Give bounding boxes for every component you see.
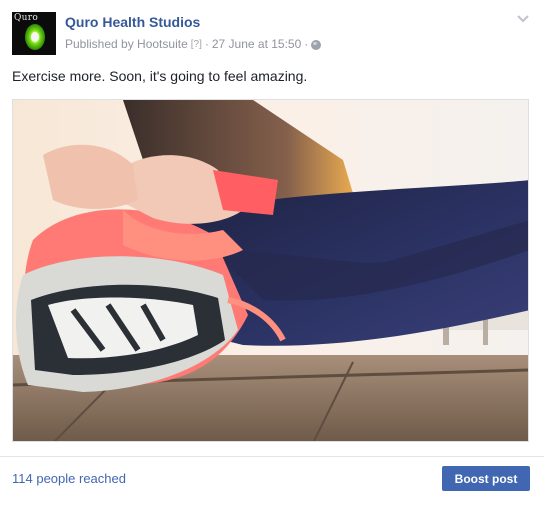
post-meta: Published by Hootsuite [?] · 27 June at … [65,37,322,51]
post-date-link[interactable]: 27 June at 15:50 [212,37,301,51]
page-avatar[interactable]: Quro [12,12,56,55]
people-reached-link[interactable]: 114 people reached [12,471,126,486]
logo-text: Quro [14,13,39,23]
chevron-down-icon[interactable] [516,14,530,24]
post-card: Quro Quro Health Studios Published by Ho… [0,0,544,507]
post-message: Exercise more. Soon, it's going to feel … [12,68,308,84]
post-header: Quro Quro Health Studios Published by Ho… [12,12,532,56]
published-by-label[interactable]: Published by Hootsuite [65,37,188,51]
logo-mark [25,24,45,50]
page-name-link[interactable]: Quro Health Studios [65,14,200,30]
help-marker[interactable]: [?] [191,39,202,50]
boost-post-button[interactable]: Boost post [442,466,530,491]
footer-divider [0,456,544,457]
meta-separator: · [204,37,209,51]
post-photo[interactable] [12,99,529,442]
globe-icon[interactable] [311,40,322,50]
meta-separator-2: · [304,37,309,51]
photo-illustration [13,100,528,441]
